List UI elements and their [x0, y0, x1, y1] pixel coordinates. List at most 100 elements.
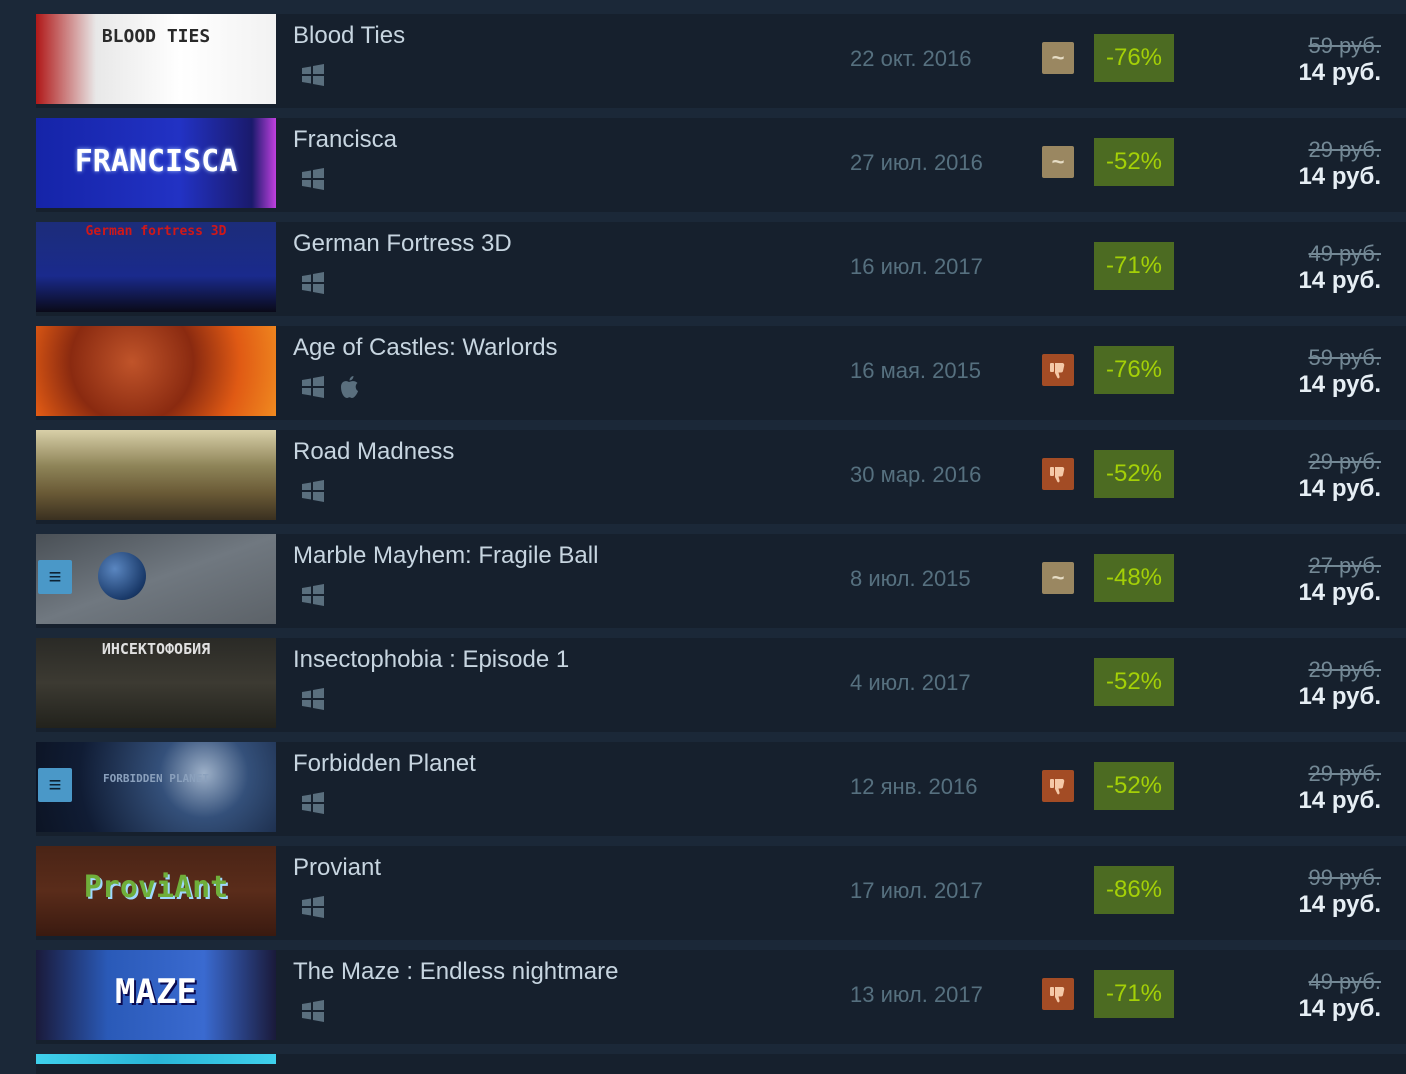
- review-negative-icon: [1042, 770, 1074, 802]
- discount-badge: -48%: [1094, 554, 1174, 602]
- final-price: 14 руб.: [1298, 683, 1381, 710]
- platform-icons: [298, 788, 334, 818]
- platform-icons: [298, 580, 334, 610]
- discount-badge: -76%: [1094, 346, 1174, 394]
- windows-icon: [298, 580, 328, 610]
- game-capsule-image: German fortress 3D: [36, 222, 276, 312]
- windows-icon: [298, 268, 328, 298]
- original-price: 99 руб.: [1308, 865, 1381, 890]
- game-title: Age of Castles: Warlords: [293, 334, 558, 361]
- discount-badge: -52%: [1094, 138, 1174, 186]
- release-date: 13 июл. 2017: [850, 982, 983, 1007]
- platform-icons: [298, 684, 334, 714]
- discount-badge: -86%: [1094, 866, 1174, 914]
- search-result-row-3[interactable]: German fortress 3D German Fortress 3D 16…: [36, 222, 1406, 316]
- game-capsule-image: FORBIDDEN PLANET ≡: [36, 742, 276, 832]
- capsule-caption: German fortress 3D: [85, 224, 227, 239]
- review-mixed-icon: ~: [1042, 146, 1074, 178]
- game-title: Francisca: [293, 126, 398, 153]
- final-price: 14 руб.: [1298, 579, 1381, 606]
- game-capsule-image: [36, 1054, 276, 1064]
- platform-icons: [298, 60, 334, 90]
- review-negative-icon: [1042, 458, 1074, 490]
- search-result-row-8[interactable]: FORBIDDEN PLANET ≡ Forbidden Planet 12 ян…: [36, 742, 1406, 836]
- game-capsule-image: ≡: [36, 534, 276, 624]
- capsule-caption: ProviAnt: [83, 870, 229, 905]
- review-mixed-icon: ~: [1042, 42, 1074, 74]
- final-price: 14 руб.: [1298, 995, 1381, 1022]
- search-result-row-partial[interactable]: [36, 1054, 1406, 1074]
- game-title: Road Madness: [293, 438, 455, 465]
- windows-icon: [298, 476, 328, 506]
- capsule-caption: MAZE: [115, 972, 197, 1012]
- final-price: 14 руб.: [1298, 891, 1381, 918]
- capsule-caption: ИНСЕКТОФОБИЯ: [101, 640, 211, 658]
- discount-badge: -76%: [1094, 34, 1174, 82]
- original-price: 29 руб.: [1308, 137, 1381, 162]
- game-capsule-image: MAZE: [36, 950, 276, 1040]
- original-price: 29 руб.: [1308, 657, 1381, 682]
- search-result-row-9[interactable]: ProviAnt Proviant 17 июл. 2017 -86% 99 р…: [36, 846, 1406, 940]
- windows-icon: [298, 372, 328, 402]
- game-title: German Fortress 3D: [293, 230, 512, 257]
- platform-icons: [298, 372, 370, 402]
- game-title: Proviant: [293, 854, 382, 881]
- original-price: 59 руб.: [1308, 345, 1381, 370]
- search-result-row-10[interactable]: MAZE The Maze : Endless nightmare 13 июл…: [36, 950, 1406, 1044]
- platform-icons: [298, 996, 334, 1026]
- in-library-icon[interactable]: ≡: [38, 768, 72, 802]
- release-date: 16 июл. 2017: [850, 254, 983, 279]
- capsule-caption: FORBIDDEN PLANET: [103, 772, 209, 785]
- platform-icons: [298, 268, 334, 298]
- search-result-row-1[interactable]: BLOOD TIES Blood Ties 22 окт. 2016 -76% …: [36, 14, 1406, 108]
- review-mixed-icon: ~: [1042, 562, 1074, 594]
- discount-badge: -71%: [1094, 970, 1174, 1018]
- original-price: 27 руб.: [1308, 553, 1381, 578]
- discount-badge: -52%: [1094, 450, 1174, 498]
- capsule-caption: BLOOD TIES: [101, 26, 211, 47]
- final-price: 14 руб.: [1298, 59, 1381, 86]
- original-price: 29 руб.: [1308, 761, 1381, 786]
- original-price: 29 руб.: [1308, 449, 1381, 474]
- game-title: Insectophobia : Episode 1: [293, 646, 570, 673]
- marble-ball: [98, 552, 146, 600]
- release-date: 17 июл. 2017: [850, 878, 983, 903]
- review-negative-icon: [1042, 978, 1074, 1010]
- search-result-row-4[interactable]: Age of Castles: Warlords 16 мая. 2015 -7…: [36, 326, 1406, 420]
- windows-icon: [298, 892, 328, 922]
- capsule-caption: FRANCISCA: [74, 144, 238, 179]
- search-result-row-2[interactable]: FRANCISCA Francisca 27 июл. 2016 -52% 29…: [36, 118, 1406, 212]
- search-result-row-5[interactable]: Road Madness 30 мар. 2016 -52% 29 руб. 1…: [36, 430, 1406, 524]
- search-result-row-7[interactable]: ИНСЕКТОФОБИЯ Insectophobia : Episode 1 4…: [36, 638, 1406, 732]
- in-library-icon[interactable]: ≡: [38, 560, 72, 594]
- game-capsule-image: [36, 430, 276, 520]
- game-capsule-image: [36, 326, 276, 416]
- game-title: The Maze : Endless nightmare: [293, 958, 619, 985]
- game-title: Blood Ties: [293, 22, 406, 49]
- final-price: 14 руб.: [1298, 267, 1381, 294]
- game-title: Forbidden Planet: [293, 750, 476, 777]
- release-date: 27 июл. 2016: [850, 150, 983, 175]
- discount-badge: -52%: [1094, 658, 1174, 706]
- windows-icon: [298, 996, 328, 1026]
- game-capsule-image: ProviAnt: [36, 846, 276, 936]
- discount-badge: -71%: [1094, 242, 1174, 290]
- windows-icon: [298, 788, 328, 818]
- release-date: 8 июл. 2015: [850, 566, 971, 591]
- review-negative-icon: [1042, 354, 1074, 386]
- original-price: 49 руб.: [1308, 241, 1381, 266]
- windows-icon: [298, 164, 328, 194]
- platform-icons: [298, 476, 334, 506]
- release-date: 22 окт. 2016: [850, 46, 972, 71]
- release-date: 12 янв. 2016: [850, 774, 978, 799]
- release-date: 4 июл. 2017: [850, 670, 971, 695]
- search-result-row-6[interactable]: ≡ Marble Mayhem: Fragile Ball 8 июл. 201…: [36, 534, 1406, 628]
- platform-icons: [298, 892, 334, 922]
- original-price: 49 руб.: [1308, 969, 1381, 994]
- game-capsule-image: BLOOD TIES: [36, 14, 276, 104]
- final-price: 14 руб.: [1298, 787, 1381, 814]
- game-title: Marble Mayhem: Fragile Ball: [293, 542, 599, 569]
- release-date: 16 мая. 2015: [850, 358, 982, 383]
- apple-icon: [334, 372, 364, 402]
- final-price: 14 руб.: [1298, 371, 1381, 398]
